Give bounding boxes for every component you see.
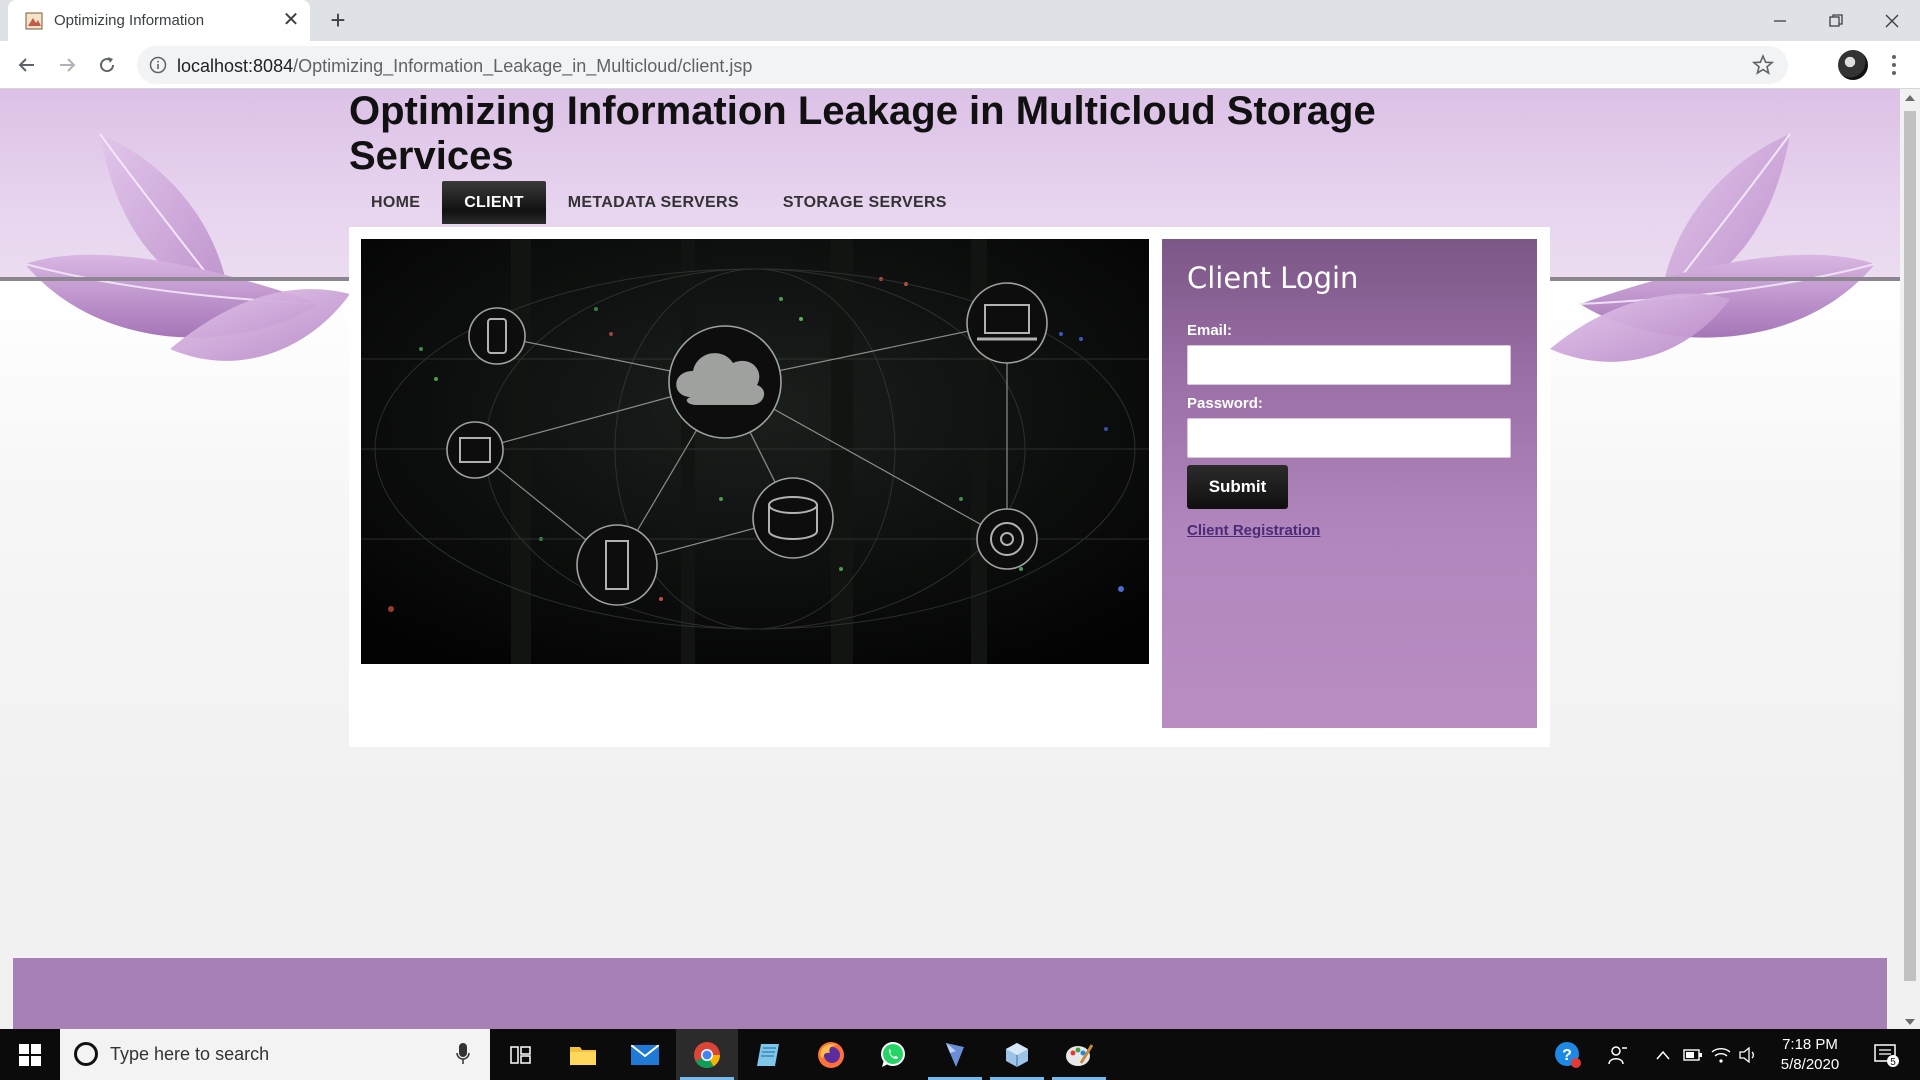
people-icon: [1608, 1045, 1627, 1064]
start-button[interactable]: [0, 1029, 60, 1080]
restore-button[interactable]: [1808, 0, 1864, 41]
notification-count: 5: [1890, 1057, 1896, 1068]
file-explorer-button[interactable]: [552, 1029, 614, 1080]
chrome-icon: [694, 1041, 721, 1068]
microphone-icon[interactable]: [456, 1043, 470, 1065]
mail-icon: [631, 1044, 659, 1065]
cloud-network-image: [361, 239, 1149, 664]
notepad-icon: [757, 1043, 779, 1066]
netbeans-button[interactable]: [924, 1029, 986, 1080]
client-registration-link[interactable]: Client Registration: [1187, 522, 1320, 539]
taskbar-clock[interactable]: 7:18 PM 5/8/2020: [1760, 1035, 1860, 1075]
close-window-button[interactable]: [1864, 0, 1920, 41]
virtualbox-icon: [1006, 1042, 1028, 1067]
client-login-panel: Client Login Email: Password: Submit Cli…: [1162, 239, 1537, 728]
people-tray-button[interactable]: [1598, 1029, 1638, 1080]
help-icon: ?: [1555, 1041, 1581, 1068]
paint-button[interactable]: [1048, 1029, 1110, 1080]
netbeans-icon: [946, 1042, 964, 1067]
page-footer: [13, 958, 1887, 1029]
battery-tray-button[interactable]: [1680, 1029, 1706, 1080]
info-icon[interactable]: [149, 56, 167, 74]
address-bar[interactable]: localhost:8084/Optimizing_Information_Le…: [137, 46, 1788, 84]
reload-button[interactable]: [91, 49, 123, 81]
windows-logo-icon: [19, 1043, 41, 1066]
firefox-icon: [818, 1041, 844, 1068]
wifi-icon: [1711, 1047, 1731, 1063]
help-tray-button[interactable]: ?: [1548, 1029, 1588, 1080]
main-content-box: Client Login Email: Password: Submit Cli…: [349, 227, 1550, 747]
browser-menu-icon[interactable]: [1882, 49, 1906, 81]
whatsapp-button[interactable]: [862, 1029, 924, 1080]
show-hidden-icons-button[interactable]: [1648, 1029, 1678, 1080]
scroll-down-icon[interactable]: [1905, 1019, 1915, 1025]
new-tab-button[interactable]: +: [324, 6, 352, 34]
minimize-icon: [1774, 19, 1786, 22]
search-placeholder: Type here to search: [110, 1044, 270, 1064]
password-field[interactable]: [1187, 418, 1511, 458]
firefox-button[interactable]: [800, 1029, 862, 1080]
browser-tab[interactable]: Optimizing Information ✕: [8, 0, 310, 41]
virtualbox-button[interactable]: [986, 1029, 1048, 1080]
folder-icon: [570, 1046, 596, 1065]
email-label: Email:: [1187, 322, 1233, 339]
back-arrow-icon: [18, 58, 34, 72]
taskbar-search-box[interactable]: Type here to search: [60, 1029, 490, 1080]
main-nav: HOME CLIENT METADATA SERVERS STORAGE SER…: [349, 181, 969, 224]
nav-metadata-servers[interactable]: METADATA SERVERS: [546, 181, 761, 224]
login-title: Client Login: [1187, 261, 1359, 295]
clock-time: 7:18 PM: [1782, 1036, 1838, 1053]
mail-button[interactable]: [614, 1029, 676, 1080]
site-favicon-icon: [25, 12, 43, 30]
browser-tab-strip: Optimizing Information ✕ +: [0, 0, 1920, 41]
url-text: localhost:8084/Optimizing_Information_Le…: [177, 56, 752, 77]
page-scrollbar[interactable]: [1900, 89, 1920, 1029]
url-path: /Optimizing_Information_Leakage_in_Multi…: [293, 56, 753, 76]
forward-arrow-icon: [60, 58, 76, 72]
volume-tray-button[interactable]: [1736, 1029, 1762, 1080]
leaves-left-decoration: [24, 133, 350, 361]
forward-button[interactable]: [51, 49, 83, 81]
bookmark-star-icon[interactable]: [1752, 54, 1774, 76]
tab-title: Optimizing Information: [54, 12, 205, 29]
battery-icon: [1683, 1048, 1702, 1061]
notepad-button[interactable]: [738, 1029, 800, 1080]
nav-client[interactable]: CLIENT: [442, 181, 546, 224]
site-title: Optimizing Information Leakage in Multic…: [349, 89, 1376, 178]
wifi-tray-button[interactable]: [1708, 1029, 1734, 1080]
windows-taskbar: Type here to search ? 7:18 PM 5/8/2020 5: [0, 1029, 1920, 1080]
chevron-up-icon: [1656, 1050, 1670, 1059]
notification-icon: 5: [1874, 1043, 1899, 1068]
leaves-right-decoration: [1550, 133, 1876, 362]
nav-storage-servers[interactable]: STORAGE SERVERS: [761, 181, 969, 224]
paint-icon: [1066, 1043, 1093, 1066]
url-host: localhost:8084: [177, 56, 294, 76]
speaker-icon: [1739, 1046, 1754, 1063]
clock-date: 5/8/2020: [1780, 1056, 1840, 1073]
tab-close-icon[interactable]: ✕: [280, 9, 302, 31]
cortana-icon: [74, 1042, 98, 1066]
close-icon: [1885, 14, 1899, 27]
nav-home[interactable]: HOME: [349, 181, 442, 224]
profile-avatar[interactable]: [1838, 50, 1868, 80]
browser-toolbar: localhost:8084/Optimizing_Information_Le…: [0, 41, 1920, 89]
back-button[interactable]: [11, 49, 43, 81]
chrome-button[interactable]: [676, 1029, 738, 1080]
minimize-button[interactable]: [1752, 0, 1808, 41]
restore-icon: [1829, 13, 1843, 27]
task-view-icon: [510, 1045, 531, 1064]
task-view-button[interactable]: [490, 1029, 552, 1080]
scroll-up-icon[interactable]: [1905, 95, 1915, 101]
action-center-button[interactable]: 5: [1862, 1029, 1912, 1080]
reload-icon: [100, 57, 115, 73]
page-viewport: Optimizing Information Leakage in Multic…: [0, 89, 1900, 1029]
submit-button[interactable]: Submit: [1187, 465, 1288, 509]
whatsapp-icon: [881, 1041, 905, 1067]
svg-text:?: ?: [1562, 1047, 1572, 1064]
scrollbar-thumb[interactable]: [1904, 111, 1916, 981]
email-field[interactable]: [1187, 345, 1511, 385]
password-label: Password:: [1187, 395, 1263, 412]
